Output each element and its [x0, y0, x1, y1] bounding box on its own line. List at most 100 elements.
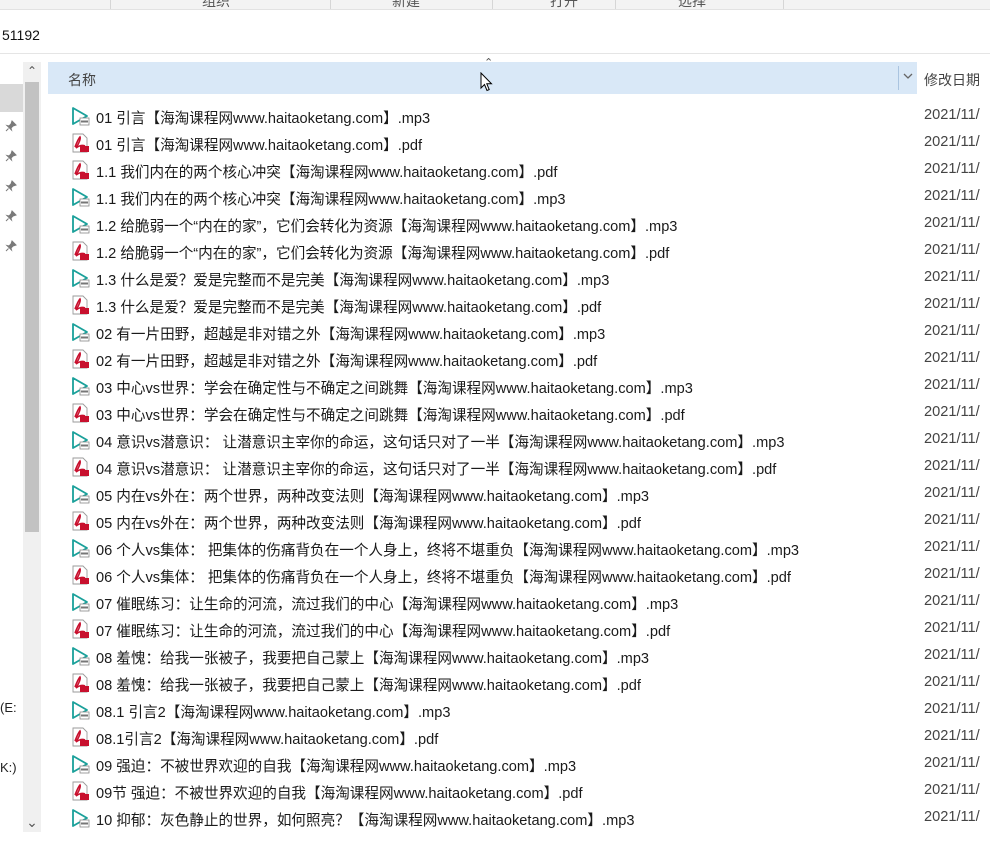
file-row[interactable]: 10 抑郁：灰色静止的世界，如何照亮？【海淘课程网www.haitaoketan…	[48, 805, 990, 832]
nav-selected-item[interactable]	[0, 84, 23, 112]
pdf-file-icon	[72, 457, 89, 477]
address-path[interactable]: 51192	[2, 27, 40, 43]
file-modified-date: 2021/11/	[924, 404, 980, 420]
file-name[interactable]: 08 羞愧：给我一张被子，我要把自己蒙上【海淘课程网www.haitaoketa…	[96, 647, 649, 668]
pdf-file-icon	[72, 403, 89, 423]
file-name[interactable]: 04 意识vs潜意识： 让潜意识主宰你的命运，这句话只对了一半【海淘课程网www…	[96, 458, 776, 479]
file-modified-date: 2021/11/	[924, 242, 980, 258]
audio-file-icon	[72, 377, 90, 396]
ribbon-group-select[interactable]: 选择	[678, 0, 706, 11]
file-row[interactable]: 08 羞愧：给我一张被子，我要把自己蒙上【海淘课程网www.haitaoketa…	[48, 670, 990, 697]
pin-icon	[5, 120, 17, 132]
audio-file-icon	[72, 539, 90, 558]
ribbon-separator	[783, 0, 784, 9]
file-row[interactable]: 04 意识vs潜意识： 让潜意识主宰你的命运，这句话只对了一半【海淘课程网www…	[48, 427, 990, 454]
pdf-file-icon	[72, 295, 89, 315]
file-modified-date: 2021/11/	[924, 161, 980, 177]
scroll-down-arrow-icon[interactable]: ⌄	[23, 812, 41, 832]
file-row[interactable]: 08.1 引言2【海淘课程网www.haitaoketang.com】.mp3 2…	[48, 697, 990, 724]
file-row[interactable]: 07 催眠练习：让生命的河流，流过我们的中心【海淘课程网www.haitaoke…	[48, 616, 990, 643]
file-modified-date: 2021/11/	[924, 134, 980, 150]
file-row[interactable]: 05 内在vs外在：两个世界，两种改变法则【海淘课程网www.haitaoket…	[48, 508, 990, 535]
file-modified-date: 2021/11/	[924, 485, 980, 501]
file-name[interactable]: 1.3 什么是爱？爱是完整而不是完美【海淘课程网www.haitaoketang…	[96, 296, 601, 317]
file-modified-date: 2021/11/	[924, 188, 980, 204]
file-name[interactable]: 08.1 引言2【海淘课程网www.haitaoketang.com】.mp3	[96, 701, 450, 722]
nav-drive-e-fragment[interactable]: (E:	[0, 700, 17, 715]
file-row[interactable]: 09节 强迫：不被世界欢迎的自我【海淘课程网www.haitaoketang.c…	[48, 778, 990, 805]
ribbon-group-new[interactable]: 新建	[392, 0, 420, 11]
file-name[interactable]: 05 内在vs外在：两个世界，两种改变法则【海淘课程网www.haitaoket…	[96, 512, 641, 533]
ribbon-separator	[110, 0, 111, 9]
file-name[interactable]: 02 有一片田野，超越是非对错之外【海淘课程网www.haitaoketang.…	[96, 323, 605, 344]
file-name[interactable]: 1.1 我们内在的两个核心冲突【海淘课程网www.haitaoketang.co…	[96, 161, 557, 182]
file-row[interactable]: 02 有一片田野，超越是非对错之外【海淘课程网www.haitaoketang.…	[48, 346, 990, 373]
ribbon-separator	[330, 0, 331, 9]
file-name[interactable]: 03 中心vs世界：学会在确定性与不确定之间跳舞【海淘课程网www.haitao…	[96, 377, 693, 398]
scroll-thumb[interactable]	[25, 82, 39, 532]
file-row[interactable]: 1.2 给脆弱一个“内在的家”，它们会转化为资源【海淘课程网www.haitao…	[48, 211, 990, 238]
file-name[interactable]: 06 个人vs集体： 把集体的伤痛背负在一个人身上，终将不堪重负【海淘课程网ww…	[96, 566, 791, 587]
audio-file-icon	[72, 188, 90, 207]
file-name[interactable]: 08.1引言2【海淘课程网www.haitaoketang.com】.pdf	[96, 728, 438, 749]
file-name[interactable]: 1.3 什么是爱？爱是完整而不是完美【海淘课程网www.haitaoketang…	[96, 269, 609, 290]
file-modified-date: 2021/11/	[924, 512, 980, 528]
file-row[interactable]: 07 催眠练习：让生命的河流，流过我们的中心【海淘课程网www.haitaoke…	[48, 589, 990, 616]
address-bar[interactable]: 51192	[0, 17, 990, 54]
audio-file-icon	[72, 107, 90, 126]
nav-drive-k-fragment[interactable]: K:)	[0, 760, 17, 775]
pdf-file-icon	[72, 241, 89, 261]
file-row[interactable]: 1.1 我们内在的两个核心冲突【海淘课程网www.haitaoketang.co…	[48, 184, 990, 211]
file-name[interactable]: 1.2 给脆弱一个“内在的家”，它们会转化为资源【海淘课程网www.haitao…	[96, 215, 677, 236]
file-name[interactable]: 08 羞愧：给我一张被子，我要把自己蒙上【海淘课程网www.haitaoketa…	[96, 674, 641, 695]
file-name[interactable]: 01 引言【海淘课程网www.haitaoketang.com】.mp3	[96, 107, 430, 128]
file-row[interactable]: 1.2 给脆弱一个“内在的家”，它们会转化为资源【海淘课程网www.haitao…	[48, 238, 990, 265]
file-modified-date: 2021/11/	[924, 674, 980, 690]
file-row[interactable]: 01 引言【海淘课程网www.haitaoketang.com】.mp3 2021…	[48, 103, 990, 130]
file-row[interactable]: 03 中心vs世界：学会在确定性与不确定之间跳舞【海淘课程网www.haitao…	[48, 400, 990, 427]
file-row[interactable]: 05 内在vs外在：两个世界，两种改变法则【海淘课程网www.haitaoket…	[48, 481, 990, 508]
audio-file-icon	[72, 431, 90, 450]
file-name[interactable]: 1.1 我们内在的两个核心冲突【海淘课程网www.haitaoketang.co…	[96, 188, 566, 209]
file-name[interactable]: 03 中心vs世界：学会在确定性与不确定之间跳舞【海淘课程网www.haitao…	[96, 404, 685, 425]
file-row[interactable]: 1.1 我们内在的两个核心冲突【海淘课程网www.haitaoketang.co…	[48, 157, 990, 184]
audio-file-icon	[72, 215, 90, 234]
file-name[interactable]: 09节 强迫：不被世界欢迎的自我【海淘课程网www.haitaoketang.c…	[96, 782, 583, 803]
file-name[interactable]: 09 强迫：不被世界欢迎的自我【海淘课程网www.haitaoketang.co…	[96, 755, 576, 776]
file-modified-date: 2021/11/	[924, 539, 980, 555]
file-name[interactable]: 01 引言【海淘课程网www.haitaoketang.com】.pdf	[96, 134, 422, 155]
file-name[interactable]: 10 抑郁：灰色静止的世界，如何照亮？【海淘课程网www.haitaoketan…	[96, 809, 634, 830]
file-row[interactable]: 01 引言【海淘课程网www.haitaoketang.com】.pdf 2021…	[48, 130, 990, 157]
file-row[interactable]: 04 意识vs潜意识： 让潜意识主宰你的命运，这句话只对了一半【海淘课程网www…	[48, 454, 990, 481]
ribbon-group-open[interactable]: 打开	[550, 0, 578, 11]
audio-file-icon	[72, 323, 90, 342]
file-modified-date: 2021/11/	[924, 269, 980, 285]
file-row[interactable]: 06 个人vs集体： 把集体的伤痛背负在一个人身上，终将不堪重负【海淘课程网ww…	[48, 535, 990, 562]
file-row[interactable]: 03 中心vs世界：学会在确定性与不确定之间跳舞【海淘课程网www.haitao…	[48, 373, 990, 400]
pdf-file-icon	[72, 565, 89, 585]
file-row[interactable]: 1.3 什么是爱？爱是完整而不是完美【海淘课程网www.haitaoketang…	[48, 292, 990, 319]
file-row[interactable]: 06 个人vs集体： 把集体的伤痛背负在一个人身上，终将不堪重负【海淘课程网ww…	[48, 562, 990, 589]
file-name[interactable]: 05 内在vs外在：两个世界，两种改变法则【海淘课程网www.haitaoket…	[96, 485, 649, 506]
file-name[interactable]: 07 催眠练习：让生命的河流，流过我们的中心【海淘课程网www.haitaoke…	[96, 593, 678, 614]
file-name[interactable]: 02 有一片田野，超越是非对错之外【海淘课程网www.haitaoketang.…	[96, 350, 597, 371]
file-name[interactable]: 1.2 给脆弱一个“内在的家”，它们会转化为资源【海淘课程网www.haitao…	[96, 242, 669, 263]
file-row[interactable]: 02 有一片田野，超越是非对错之外【海淘课程网www.haitaoketang.…	[48, 319, 990, 346]
file-row[interactable]: 09 强迫：不被世界欢迎的自我【海淘课程网www.haitaoketang.co…	[48, 751, 990, 778]
scroll-up-arrow-icon[interactable]: ⌃	[23, 62, 41, 80]
file-row[interactable]: 08.1引言2【海淘课程网www.haitaoketang.com】.pdf 20…	[48, 724, 990, 751]
file-name[interactable]: 04 意识vs潜意识： 让潜意识主宰你的命运，这句话只对了一半【海淘课程网www…	[96, 431, 784, 452]
column-header-modified[interactable]: 修改日期	[924, 70, 980, 90]
ribbon-separator	[615, 0, 616, 9]
pdf-file-icon	[72, 511, 89, 531]
nav-scrollbar[interactable]: ⌃ ⌄	[23, 62, 41, 832]
file-row[interactable]: 1.3 什么是爱？爱是完整而不是完美【海淘课程网www.haitaoketang…	[48, 265, 990, 292]
column-divider[interactable]	[898, 66, 899, 90]
chevron-down-icon[interactable]	[902, 70, 914, 82]
file-name[interactable]: 07 催眠练习：让生命的河流，流过我们的中心【海淘课程网www.haitaoke…	[96, 620, 670, 641]
file-name[interactable]: 06 个人vs集体： 把集体的伤痛背负在一个人身上，终将不堪重负【海淘课程网ww…	[96, 539, 799, 560]
file-modified-date: 2021/11/	[924, 782, 980, 798]
ribbon-group-organize[interactable]: 组织	[202, 0, 230, 11]
file-row[interactable]: 08 羞愧：给我一张被子，我要把自己蒙上【海淘课程网www.haitaoketa…	[48, 643, 990, 670]
audio-file-icon	[72, 755, 90, 774]
